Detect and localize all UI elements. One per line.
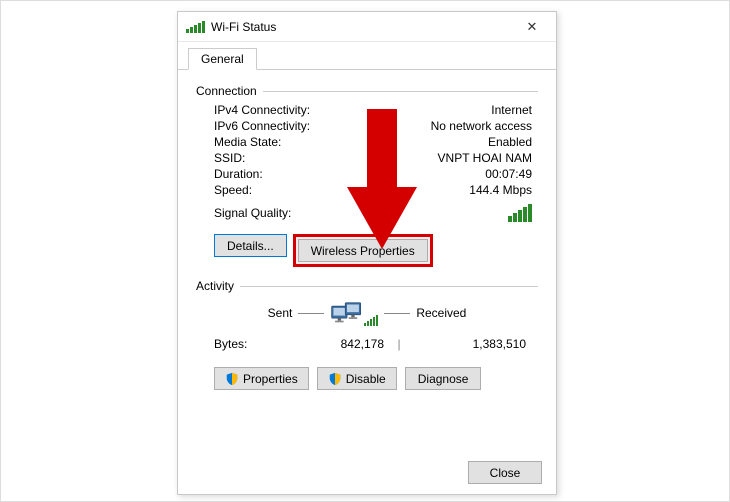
- disable-button-label: Disable: [346, 372, 386, 386]
- close-button[interactable]: Close: [468, 461, 542, 484]
- disable-button[interactable]: Disable: [317, 367, 397, 390]
- ipv6-value: No network access: [336, 119, 538, 133]
- ipv4-label: IPv4 Connectivity:: [196, 103, 336, 117]
- row-ssid: SSID: VNPT HOAI NAM: [196, 150, 538, 166]
- bytes-received-value: 1,383,510: [414, 337, 532, 351]
- bottom-buttons: Properties Disable Diagnose: [196, 359, 538, 390]
- row-signal-quality: Signal Quality:: [196, 198, 538, 228]
- titlebar: Wi-Fi Status ✕: [178, 12, 556, 42]
- ssid-label: SSID:: [196, 151, 336, 165]
- group-connection: Connection: [196, 84, 538, 98]
- signal-bars-icon: [508, 204, 532, 222]
- connection-buttons: Details... Wireless Properties: [196, 228, 538, 275]
- window-title: Wi-Fi Status: [211, 20, 276, 34]
- duration-label: Duration:: [196, 167, 336, 181]
- received-label: Received: [416, 306, 466, 320]
- row-bytes: Bytes: 842,178 | 1,383,510: [196, 331, 538, 359]
- ipv6-label: IPv6 Connectivity:: [196, 119, 336, 133]
- group-activity-label: Activity: [196, 279, 234, 293]
- group-connection-label: Connection: [196, 84, 257, 98]
- signal-quality-label: Signal Quality:: [196, 206, 336, 220]
- row-duration: Duration: 00:07:49: [196, 166, 538, 182]
- wireless-properties-button[interactable]: Wireless Properties: [298, 239, 428, 262]
- row-speed: Speed: 144.4 Mbps: [196, 182, 538, 198]
- network-monitors-icon: [330, 299, 364, 327]
- bytes-sent-value: 842,178: [294, 337, 384, 351]
- tab-general[interactable]: General: [188, 48, 257, 70]
- media-value: Enabled: [336, 135, 538, 149]
- sent-label: Sent: [268, 306, 293, 320]
- row-ipv6: IPv6 Connectivity: No network access: [196, 118, 538, 134]
- details-button[interactable]: Details...: [214, 234, 287, 257]
- properties-button-label: Properties: [243, 372, 298, 386]
- row-ipv4: IPv4 Connectivity: Internet: [196, 102, 538, 118]
- duration-value: 00:07:49: [336, 167, 538, 181]
- properties-button[interactable]: Properties: [214, 367, 309, 390]
- media-label: Media State:: [196, 135, 336, 149]
- panel: Connection IPv4 Connectivity: Internet I…: [178, 70, 556, 396]
- group-activity: Activity: [196, 279, 538, 293]
- ipv4-value: Internet: [336, 103, 538, 117]
- speed-value: 144.4 Mbps: [336, 183, 538, 197]
- speed-label: Speed:: [196, 183, 336, 197]
- ssid-value: VNPT HOAI NAM: [336, 151, 538, 165]
- footer: Close: [468, 461, 542, 484]
- row-media: Media State: Enabled: [196, 134, 538, 150]
- annotation-highlight: Wireless Properties: [293, 234, 433, 267]
- wifi-status-dialog: Wi-Fi Status ✕ General Connection IPv4 C…: [177, 11, 557, 495]
- activity-signal-icon: [364, 315, 378, 326]
- close-icon[interactable]: ✕: [514, 15, 550, 39]
- shield-icon: [225, 372, 239, 386]
- tab-strip: General: [178, 42, 556, 70]
- activity-header: Sent Received: [196, 297, 538, 331]
- wifi-signal-icon: [186, 21, 205, 33]
- shield-icon: [328, 372, 342, 386]
- bytes-label: Bytes:: [214, 337, 294, 351]
- diagnose-button[interactable]: Diagnose: [405, 367, 482, 390]
